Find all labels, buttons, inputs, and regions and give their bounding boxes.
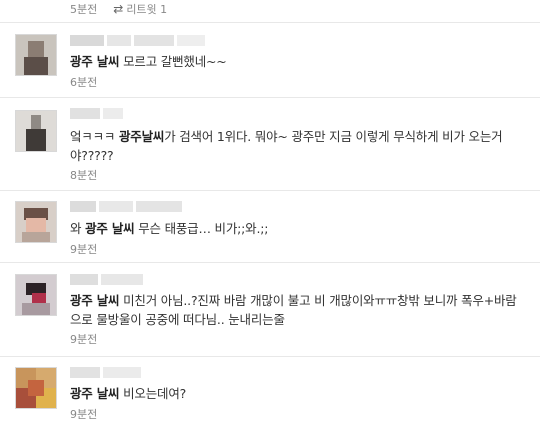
previous-tweet-meta: 5분전 ⇄ 리트윗 1: [70, 0, 167, 18]
keyword-highlight[interactable]: 광주날씨: [119, 129, 164, 144]
avatar[interactable]: [15, 110, 57, 152]
timestamp[interactable]: 6분전: [70, 74, 97, 90]
avatar[interactable]: [15, 201, 57, 243]
tweet-text: 광주 날씨 비오는데여?: [70, 386, 187, 401]
user-name[interactable]: [70, 367, 144, 378]
list-item: 광주 날씨 모르고 갈뻔했네~~ 6분전: [0, 22, 540, 91]
keyword-highlight[interactable]: 광주 날씨: [70, 386, 120, 401]
tweet-feed: 5분전 ⇄ 리트윗 1 광주 날씨 모르고 갈뻔했네~~ 6분전 엌ㅋㅋㅋ 광주…: [0, 0, 540, 431]
avatar[interactable]: [15, 274, 57, 316]
avatar[interactable]: [15, 34, 57, 76]
timestamp[interactable]: 9분전: [70, 331, 97, 347]
avatar[interactable]: [15, 367, 57, 409]
user-name[interactable]: [70, 35, 208, 46]
tweet-text: 광주 날씨 모르고 갈뻔했네~~: [70, 54, 227, 69]
tweet-text: 와 광주 날씨 무슨 태풍급… 비가;;와.;;: [70, 221, 269, 236]
keyword-highlight[interactable]: 광주 날씨: [70, 54, 120, 69]
list-item: 와 광주 날씨 무슨 태풍급… 비가;;와.;; 9분전: [0, 190, 540, 259]
user-name[interactable]: [70, 274, 146, 285]
timestamp[interactable]: 8분전: [70, 167, 97, 183]
list-item: 광주 날씨 비오는데여? 9분전: [0, 356, 540, 432]
list-item: 광주 날씨 미친거 아님..?진짜 바람 개많이 불고 비 개많이와ㅠㅠ창밖 보…: [0, 262, 540, 353]
retweet-count[interactable]: 리트윗 1: [126, 1, 167, 17]
timestamp[interactable]: 9분전: [70, 406, 97, 422]
tweet-text: 광주 날씨 미친거 아님..?진짜 바람 개많이 불고 비 개많이와ㅠㅠ창밖 보…: [70, 293, 517, 327]
keyword-highlight[interactable]: 광주 날씨: [70, 293, 120, 308]
list-item: 엌ㅋㅋㅋ 광주날씨가 검색어 1위다. 뭐야~ 광주만 지금 이렇게 무식하게 …: [0, 97, 540, 186]
user-name[interactable]: [70, 201, 185, 212]
retweet-icon[interactable]: ⇄: [113, 2, 123, 16]
timestamp[interactable]: 9분전: [70, 241, 97, 257]
user-name[interactable]: [70, 108, 126, 119]
timestamp[interactable]: 5분전: [70, 1, 97, 17]
keyword-highlight[interactable]: 광주 날씨: [85, 221, 135, 236]
tweet-text: 엌ㅋㅋㅋ 광주날씨가 검색어 1위다. 뭐야~ 광주만 지금 이렇게 무식하게 …: [70, 129, 503, 163]
